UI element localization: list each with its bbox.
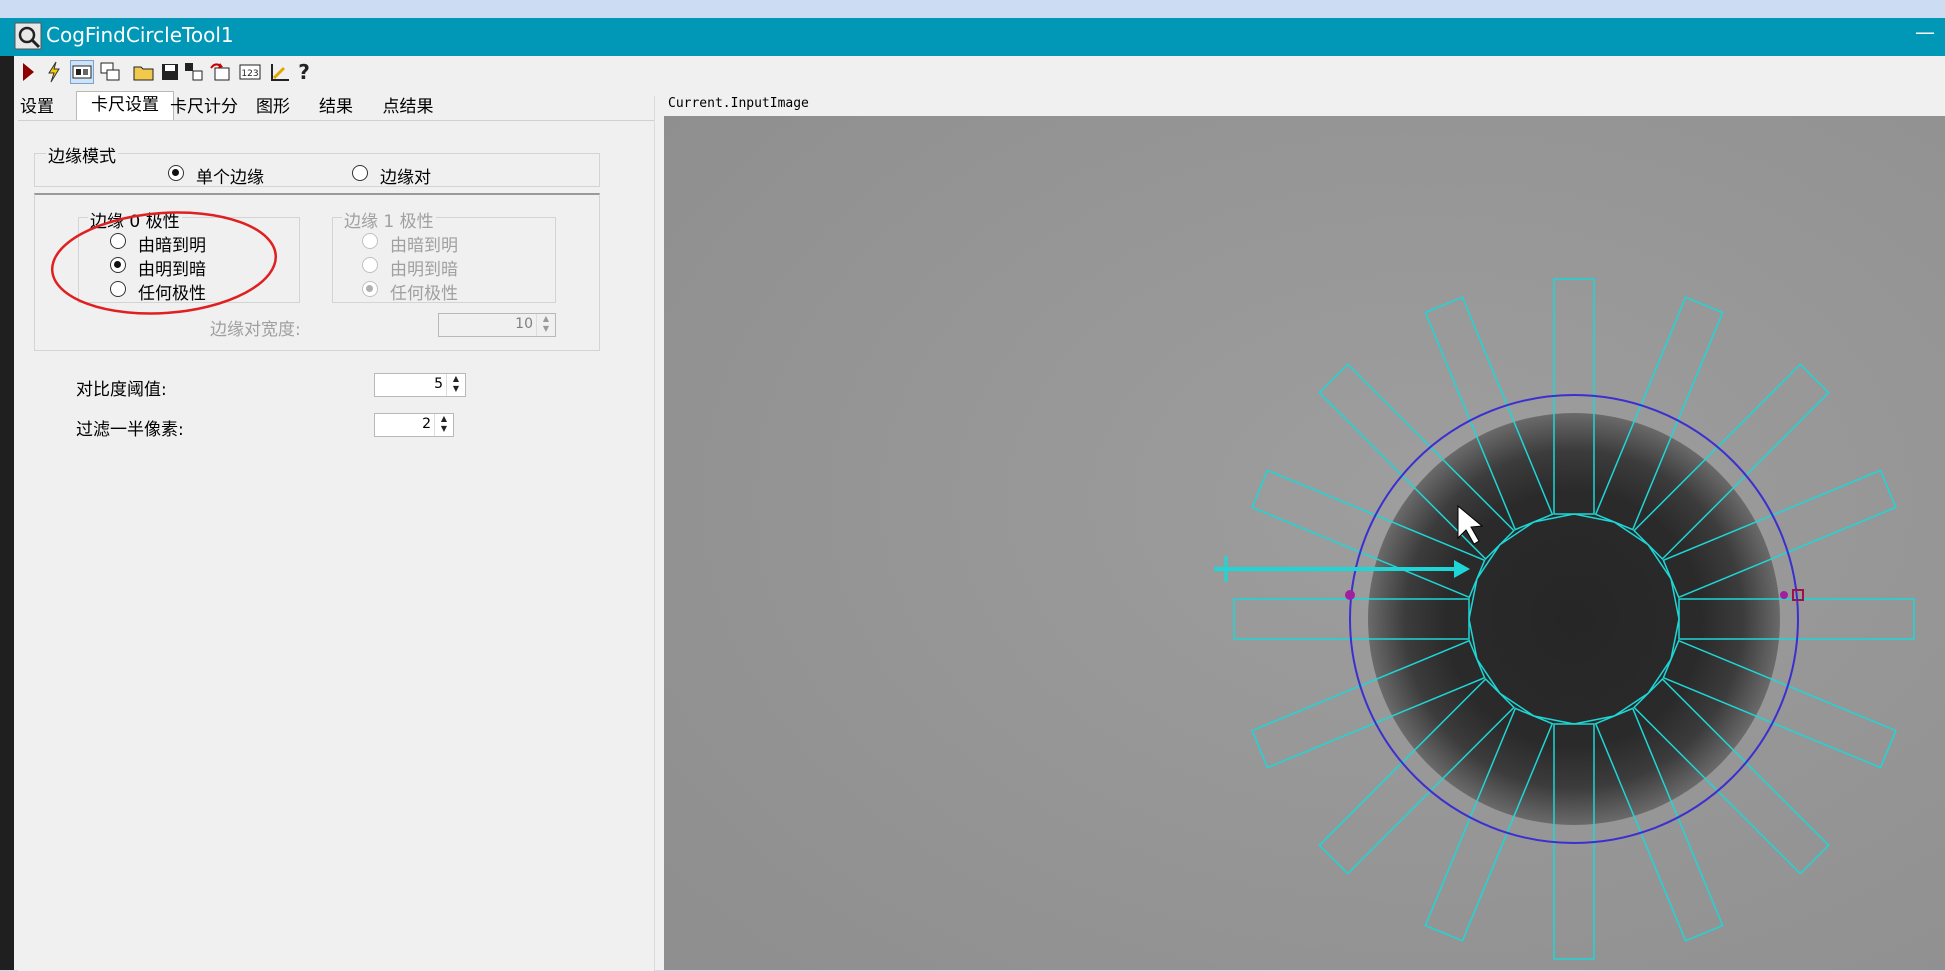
edge1-dark-to-light-label[interactable]: 由暗到明 <box>390 231 458 256</box>
edge-pair-label[interactable]: 边缘对 <box>380 163 431 188</box>
reset-icon[interactable] <box>208 60 232 84</box>
app-magnifier-icon <box>14 22 42 50</box>
tab-caliper-scoring[interactable]: 卡尺计分 <box>162 94 246 120</box>
edge-pair-width-label: 边缘对宽度: <box>210 320 301 340</box>
svg-text:?: ? <box>298 61 310 83</box>
title-bar: CogFindCircleTool1 — <box>0 18 1945 56</box>
red-annotation-ellipse <box>50 211 278 315</box>
spinner-arrows-icon[interactable]: ▲ ▼ <box>446 374 465 396</box>
left-border <box>0 56 14 970</box>
image-display: Current.InputImage <box>662 94 1945 970</box>
edge1-light-to-dark-radio[interactable] <box>362 257 378 273</box>
filter-half-pixels-value: 2 <box>422 416 431 432</box>
copy-icon[interactable] <box>182 60 206 84</box>
contrast-threshold-value: 5 <box>434 376 443 392</box>
edge-mode-group <box>34 153 600 187</box>
filter-half-pixels-label: 过滤一半像素: <box>76 420 184 440</box>
svg-text:123: 123 <box>241 69 258 79</box>
dark-hole <box>1368 413 1780 825</box>
image-canvas[interactable] <box>664 116 1945 970</box>
edge1-any-polarity-radio[interactable] <box>362 281 378 297</box>
edge1-any-polarity-label[interactable]: 任何极性 <box>390 279 458 304</box>
save-icon[interactable] <box>158 60 182 84</box>
contrast-threshold-label: 对比度阈值: <box>76 380 167 400</box>
tab-caliper-settings[interactable]: 卡尺设置 <box>76 91 174 121</box>
tab-results[interactable]: 结果 <box>306 94 366 120</box>
edge-mode-label: 边缘模式 <box>46 142 118 167</box>
edge-pair-width-spinner[interactable]: 10 ▲ ▼ <box>438 313 556 337</box>
tab-graphics[interactable]: 图形 <box>240 94 306 120</box>
display-icon[interactable] <box>70 60 94 84</box>
spinner-arrows-icon[interactable]: ▲ ▼ <box>434 414 453 436</box>
tool-window: 123 ? 设置 卡尺设置 卡尺计分 图形 结果 点结果 边缘模式 单个边缘 边… <box>0 56 1945 971</box>
edge-pair-width-value: 10 <box>515 316 533 332</box>
help-icon[interactable]: ? <box>292 60 316 84</box>
window-icon[interactable] <box>98 60 122 84</box>
contrast-threshold-spinner[interactable]: 5 ▲ ▼ <box>374 373 466 397</box>
edge1-polarity-label: 边缘 1 极性 <box>342 207 436 232</box>
edge1-light-to-dark-label[interactable]: 由明到暗 <box>390 255 458 280</box>
display-caption: Current.InputImage <box>668 96 809 111</box>
run-icon[interactable] <box>16 60 40 84</box>
edge1-dark-to-light-radio[interactable] <box>362 233 378 249</box>
filter-half-pixels-spinner[interactable]: 2 ▲ ▼ <box>374 413 454 437</box>
single-edge-label[interactable]: 单个边缘 <box>196 163 264 188</box>
tab-strip: 设置 卡尺设置 卡尺计分 图形 结果 点结果 <box>14 91 654 121</box>
single-edge-radio[interactable] <box>168 165 184 181</box>
numeric-icon[interactable]: 123 <box>238 60 262 84</box>
spinner-arrows-icon[interactable]: ▲ ▼ <box>536 314 555 336</box>
inspection-image[interactable] <box>664 116 1945 970</box>
measure-icon[interactable] <box>268 60 292 84</box>
tab-settings[interactable]: 设置 <box>14 94 60 120</box>
caliper-settings-panel: 边缘模式 单个边缘 边缘对 边缘 0 极性 由暗到明 由明到暗 任何极性 边缘 … <box>18 120 654 971</box>
window-title: CogFindCircleTool1 <box>46 23 234 47</box>
right-dot[interactable] <box>1780 591 1788 599</box>
toolbar: 123 ? <box>14 56 1945 90</box>
minimize-button[interactable]: — <box>1915 20 1935 44</box>
edge-pair-radio[interactable] <box>352 165 368 181</box>
electric-icon[interactable] <box>42 60 66 84</box>
tab-point-results[interactable]: 点结果 <box>368 94 448 120</box>
left-handle[interactable] <box>1345 590 1355 600</box>
open-folder-icon[interactable] <box>132 60 156 84</box>
